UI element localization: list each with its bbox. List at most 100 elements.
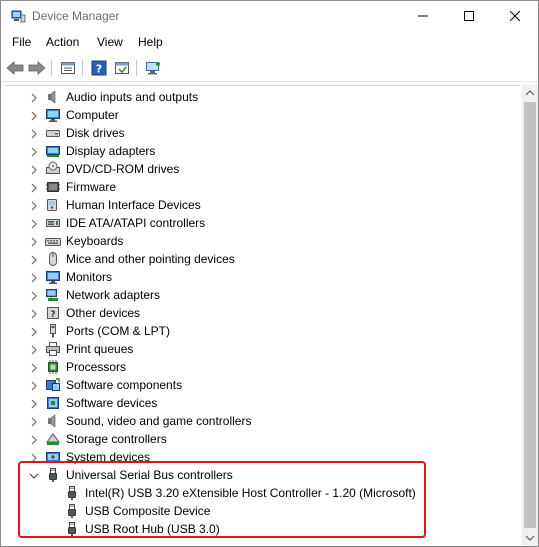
collapse-toggle[interactable] — [29, 470, 39, 480]
expand-toggle[interactable] — [29, 218, 39, 229]
tree-category[interactable]: Print queues — [5, 340, 520, 358]
chevron-right-icon — [31, 129, 37, 139]
usb-icon — [64, 485, 80, 501]
menu-file[interactable]: File — [12, 35, 31, 49]
tree-category[interactable]: Storage controllers — [5, 430, 520, 448]
tree-category-label: Storage controllers — [66, 432, 167, 446]
help-button[interactable]: ? — [89, 58, 109, 78]
toolbar: ? — [1, 54, 538, 82]
storage-controller-icon — [45, 431, 61, 447]
tree-category-label: Disk drives — [66, 126, 125, 140]
expand-toggle[interactable] — [29, 362, 39, 373]
expand-toggle[interactable] — [29, 452, 39, 463]
tree-device[interactable]: USB Root Hub (USB 3.0) — [5, 520, 520, 538]
scroll-down-button[interactable] — [522, 530, 538, 546]
tree-category-label: Keyboards — [66, 234, 124, 248]
tree-category[interactable]: Human Interface Devices — [5, 196, 520, 214]
menu-help[interactable]: Help — [138, 35, 163, 49]
expand-toggle[interactable] — [29, 290, 39, 301]
expand-toggle[interactable] — [29, 254, 39, 265]
tree-category[interactable]: Display adapters — [5, 142, 520, 160]
menu-bar: File Action View Help — [1, 31, 538, 53]
tree-device[interactable]: Intel(R) USB 3.20 eXtensible Host Contro… — [5, 484, 520, 502]
monitor-icon — [45, 107, 61, 123]
forward-button[interactable] — [27, 58, 47, 78]
tree-category[interactable]: Sound, video and game controllers — [5, 412, 520, 430]
menu-action[interactable]: Action — [46, 35, 79, 49]
scan-hardware-button[interactable] — [143, 58, 163, 78]
chevron-up-icon — [526, 90, 534, 96]
disk-drive-icon — [45, 125, 61, 141]
display-adapter-icon — [45, 143, 61, 159]
expand-toggle[interactable] — [29, 164, 39, 175]
tree-category[interactable]: IDE ATA/ATAPI controllers — [5, 214, 520, 232]
expand-toggle[interactable] — [29, 434, 39, 445]
tree-category[interactable]: Firmware — [5, 178, 520, 196]
expand-toggle[interactable] — [29, 326, 39, 337]
scroll-up-button[interactable] — [522, 85, 538, 101]
expand-toggle[interactable] — [29, 272, 39, 283]
maximize-icon — [464, 11, 474, 21]
tree-category[interactable]: Mice and other pointing devices — [5, 250, 520, 268]
back-button[interactable] — [5, 58, 25, 78]
tree-category[interactable]: ? Other devices — [5, 304, 520, 322]
tree-category-label: DVD/CD-ROM drives — [66, 162, 180, 176]
expand-toggle[interactable] — [29, 380, 39, 391]
update-driver-button[interactable] — [112, 58, 132, 78]
properties-button[interactable] — [58, 58, 78, 78]
device-tree[interactable]: Audio inputs and outputs Computer Disk dri… — [5, 85, 520, 542]
tree-category-label: Mice and other pointing devices — [66, 252, 235, 266]
tree-category-label: Sound, video and game controllers — [66, 414, 252, 428]
tree-category[interactable]: Computer — [5, 106, 520, 124]
tree-category[interactable]: Processors — [5, 358, 520, 376]
system-devices-icon — [45, 449, 61, 465]
other-devices-icon: ? — [45, 305, 61, 321]
properties-icon — [61, 62, 75, 74]
usb-icon — [45, 467, 61, 483]
tree-category-label: System devices — [66, 450, 151, 464]
mouse-icon — [45, 251, 61, 267]
minimize-button[interactable] — [400, 1, 446, 31]
tree-category[interactable]: Network adapters — [5, 286, 520, 304]
tree-category[interactable]: Audio inputs and outputs — [5, 88, 520, 106]
tree-category[interactable]: Software components — [5, 376, 520, 394]
tree-category[interactable]: System devices — [5, 448, 520, 466]
scrollbar-thumb[interactable] — [524, 102, 536, 528]
close-button[interactable] — [492, 1, 538, 31]
minimize-icon — [418, 15, 428, 17]
tree-category[interactable]: DVD/CD-ROM drives — [5, 160, 520, 178]
chevron-right-icon — [31, 417, 37, 427]
expand-toggle[interactable] — [29, 146, 39, 157]
tree-category[interactable]: Disk drives — [5, 124, 520, 142]
expand-toggle[interactable] — [29, 128, 39, 139]
vertical-scrollbar[interactable] — [522, 85, 538, 546]
tree-category[interactable]: Software devices — [5, 394, 520, 412]
title-bar[interactable]: Device Manager — [1, 1, 538, 31]
expand-toggle[interactable] — [29, 182, 39, 193]
expand-toggle[interactable] — [29, 236, 39, 247]
expand-toggle[interactable] — [29, 110, 39, 121]
tree-device[interactable]: USB Composite Device — [5, 502, 520, 520]
expand-toggle[interactable] — [29, 416, 39, 427]
tree-category[interactable]: Universal Serial Bus controllers — [5, 466, 520, 484]
tree-category[interactable]: Ports (COM & LPT) — [5, 322, 520, 340]
tree-category-label: Display adapters — [66, 144, 156, 158]
tree-category-label: Audio inputs and outputs — [66, 90, 199, 104]
chevron-right-icon — [31, 201, 37, 211]
chevron-right-icon — [31, 183, 37, 193]
expand-toggle[interactable] — [29, 398, 39, 409]
device-manager-window: Device Manager File Action View Help ? A… — [0, 0, 539, 547]
expand-toggle[interactable] — [29, 200, 39, 211]
expand-toggle[interactable] — [29, 308, 39, 319]
chevron-right-icon — [31, 453, 37, 463]
network-adapter-icon — [45, 287, 61, 303]
tree-category[interactable]: Monitors — [5, 268, 520, 286]
expand-toggle[interactable] — [29, 92, 39, 103]
menu-view[interactable]: View — [97, 35, 123, 49]
scan-hardware-icon — [146, 62, 160, 75]
maximize-button[interactable] — [446, 1, 492, 31]
tree-device-label: USB Composite Device — [85, 504, 211, 518]
chevron-down-icon — [29, 473, 39, 479]
expand-toggle[interactable] — [29, 344, 39, 355]
tree-category[interactable]: Keyboards — [5, 232, 520, 250]
